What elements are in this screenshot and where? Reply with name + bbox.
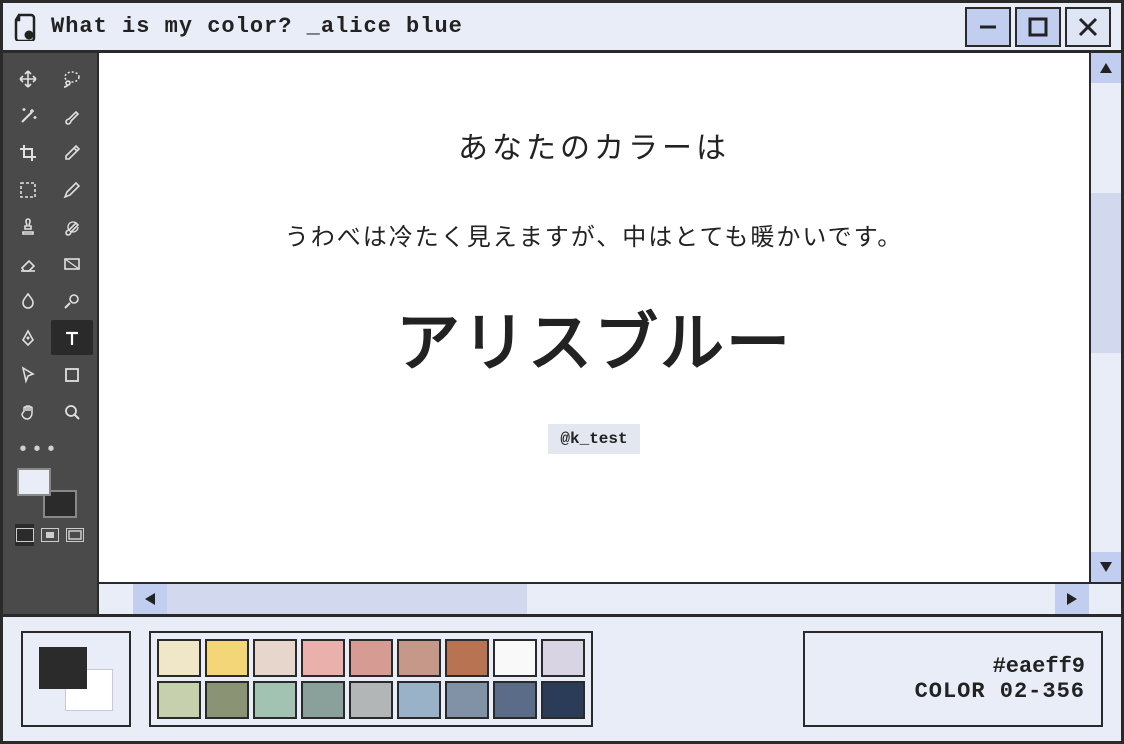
color-code-label: COLOR 02-356 xyxy=(915,679,1085,704)
close-button[interactable] xyxy=(1065,7,1111,47)
eraser-icon[interactable] xyxy=(7,246,49,281)
mode-standard-icon[interactable] xyxy=(15,524,34,546)
minimize-button[interactable] xyxy=(965,7,1011,47)
palette-swatch[interactable] xyxy=(445,639,489,677)
scroll-left-icon[interactable] xyxy=(133,584,167,614)
palette-swatch[interactable] xyxy=(541,681,585,719)
app-icon xyxy=(13,13,41,41)
palette-swatch[interactable] xyxy=(301,681,345,719)
palette-swatch[interactable] xyxy=(445,681,489,719)
hscroll-track[interactable] xyxy=(167,584,1055,614)
palette-swatch[interactable] xyxy=(157,681,201,719)
mode-screen-icon[interactable] xyxy=(66,524,85,546)
more-tools-icon[interactable]: ••• xyxy=(11,439,89,462)
toolbox: ••• xyxy=(3,53,99,614)
app-window: What is my color? _alice blue ••• xyxy=(0,0,1124,744)
bottom-panel: #eaeff9 COLOR 02-356 xyxy=(3,614,1121,741)
palette-swatch[interactable] xyxy=(253,639,297,677)
palette-swatch[interactable] xyxy=(157,639,201,677)
move-icon[interactable] xyxy=(7,61,49,96)
palette-swatch[interactable] xyxy=(349,681,393,719)
brush-icon[interactable] xyxy=(51,98,93,133)
scroll-down-icon[interactable] xyxy=(1091,552,1121,582)
hand-icon[interactable] xyxy=(7,394,49,429)
palette-swatch[interactable] xyxy=(493,681,537,719)
pointer-icon[interactable] xyxy=(7,357,49,392)
palette-swatch[interactable] xyxy=(301,639,345,677)
gradient-icon[interactable] xyxy=(51,246,93,281)
palette-swatch[interactable] xyxy=(349,639,393,677)
crop-icon[interactable] xyxy=(7,135,49,170)
pen-icon[interactable] xyxy=(7,320,49,355)
color-hex-label: #eaeff9 xyxy=(993,654,1085,679)
title-bar: What is my color? _alice blue xyxy=(3,3,1121,53)
palette-swatch[interactable] xyxy=(205,639,249,677)
zoom-icon[interactable] xyxy=(51,394,93,429)
hscroll-thumb[interactable] xyxy=(167,584,527,614)
scroll-up-icon[interactable] xyxy=(1091,53,1121,83)
foreground-background-swatch[interactable] xyxy=(17,468,77,518)
canvas-handle: @k_test xyxy=(548,424,639,454)
eyedropper-icon[interactable] xyxy=(51,135,93,170)
color-info: #eaeff9 COLOR 02-356 xyxy=(803,631,1103,727)
window-title: What is my color? _alice blue xyxy=(51,14,961,39)
maximize-button[interactable] xyxy=(1015,7,1061,47)
canvas-heading: あなたのカラーは xyxy=(458,123,730,167)
palette-swatch[interactable] xyxy=(493,639,537,677)
history-brush-icon[interactable] xyxy=(51,209,93,244)
marquee-icon[interactable] xyxy=(7,172,49,207)
canvas-description: うわべは冷たく見えますが、中はとても暖かいです。 xyxy=(285,217,903,252)
blur-icon[interactable] xyxy=(7,283,49,318)
shape-icon[interactable] xyxy=(51,357,93,392)
vscroll-thumb[interactable] xyxy=(1091,193,1121,353)
lasso-icon[interactable] xyxy=(51,61,93,96)
text-icon[interactable] xyxy=(51,320,93,355)
vscroll-track[interactable] xyxy=(1091,83,1121,552)
dodge-icon[interactable] xyxy=(51,283,93,318)
vertical-scrollbar[interactable] xyxy=(1089,53,1121,582)
color-palette xyxy=(149,631,593,727)
palette-swatch[interactable] xyxy=(205,681,249,719)
palette-swatch[interactable] xyxy=(541,639,585,677)
horizontal-scrollbar[interactable] xyxy=(99,582,1121,614)
scroll-right-icon[interactable] xyxy=(1055,584,1089,614)
palette-swatch[interactable] xyxy=(253,681,297,719)
mode-mask-icon[interactable] xyxy=(40,524,59,546)
canvas-area[interactable]: あなたのカラーは うわべは冷たく見えますが、中はとても暖かいです。 アリスブルー… xyxy=(99,53,1089,582)
palette-swatch[interactable] xyxy=(397,681,441,719)
canvas-color-name: アリスブルー xyxy=(396,292,792,384)
pencil-icon[interactable] xyxy=(51,172,93,207)
stamp-icon[interactable] xyxy=(7,209,49,244)
wand-icon[interactable] xyxy=(7,98,49,133)
current-color-chip[interactable] xyxy=(21,631,131,727)
palette-swatch[interactable] xyxy=(397,639,441,677)
